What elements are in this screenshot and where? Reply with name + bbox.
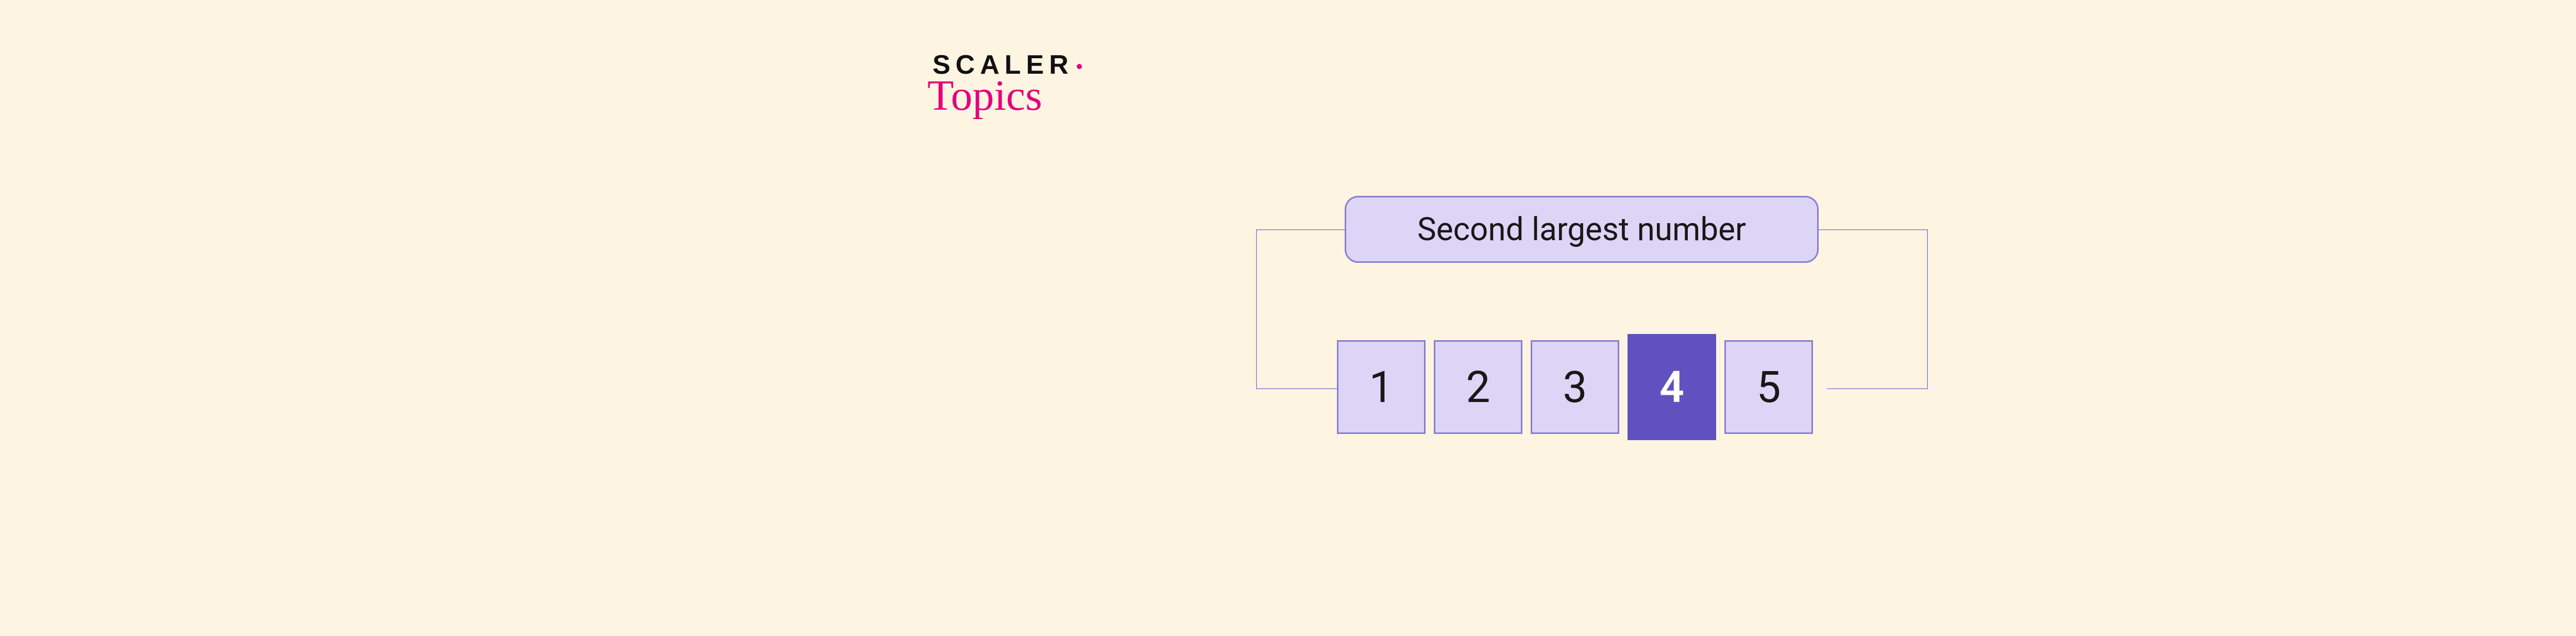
array-cell: 4 [1628, 334, 1716, 440]
logo-dot-icon [1077, 64, 1082, 69]
array-cell: 1 [1337, 340, 1426, 434]
caption-text: Second largest number [1417, 211, 1746, 248]
diagram-stage: SCALER Topics Second largest number 1234… [0, 0, 2576, 636]
connector-left [1256, 229, 1346, 389]
caption-box: Second largest number [1345, 196, 1819, 263]
array-cell: 5 [1724, 340, 1813, 434]
brand-logo: SCALER Topics [933, 52, 1082, 115]
connector-right [1819, 229, 1928, 389]
brand-logo-line2: Topics [927, 76, 1082, 115]
array-row: 12345 [1337, 340, 1813, 440]
array-cell: 3 [1531, 340, 1619, 434]
array-cell: 2 [1434, 340, 1522, 434]
